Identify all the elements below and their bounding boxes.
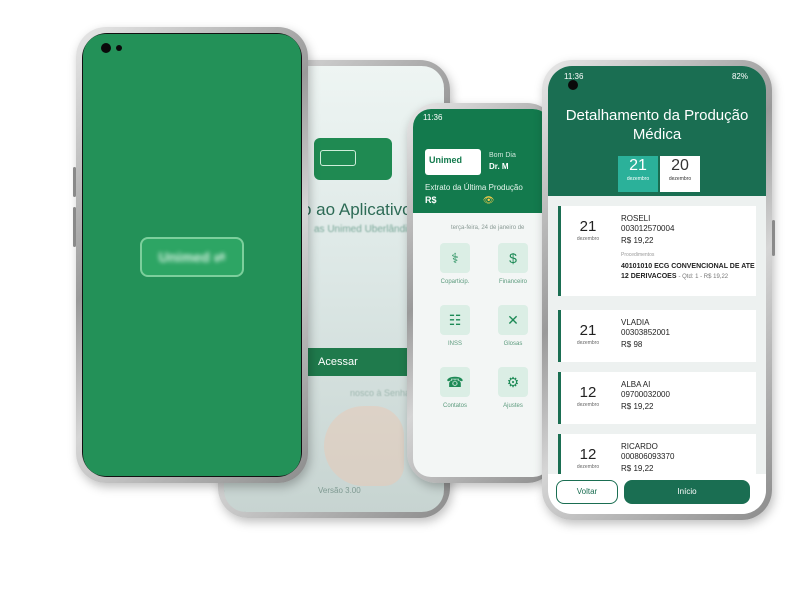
doctor-name: Dr. M (489, 162, 509, 171)
entry-day: 12 (579, 446, 597, 463)
chip-day: 20 (671, 157, 689, 174)
date-chip-selected[interactable]: 21 dezembro (618, 156, 658, 192)
welcome-title: o ao Aplicativo (302, 200, 412, 219)
entry-value: R$ 19,22 (621, 236, 654, 245)
camera-icon (101, 43, 111, 53)
procedure-label: Procedimentos (621, 252, 655, 258)
status-time: 11:36 (423, 113, 443, 122)
patient-code: 09700032000 (621, 390, 670, 399)
chip-month: dezembro (626, 176, 650, 182)
entry-value: R$ 98 (621, 340, 643, 349)
list-item[interactable]: 12 dezembro ALBA AI 09700032000 R$ 19,22 (558, 372, 756, 424)
tile-label: INSS (447, 341, 462, 347)
dashboard-header: 11:36 Unimed Bom Dia Dr. M Extrato da Úl… (413, 109, 551, 213)
sensor-icon (116, 45, 122, 51)
details-header: 11:36 82% Detalhamento da Produção Médic… (548, 66, 766, 196)
tile-label: Financeiro (498, 279, 527, 285)
back-button[interactable]: Voltar (556, 480, 618, 504)
entry-month: dezembro (576, 402, 600, 408)
gear-icon: ⚙ (498, 367, 528, 397)
tile-contatos[interactable]: ☎ Contatos (429, 367, 481, 409)
version-label: Versão 3.00 (318, 486, 361, 495)
entry-month: dezembro (576, 464, 600, 470)
tile-ajustes[interactable]: ⚙ Ajustes (487, 367, 539, 409)
greeting: Bom Dia (489, 152, 516, 159)
unimed-logo: Unimed (425, 149, 481, 175)
chip-day: 21 (629, 157, 647, 174)
stage: o ao Aplicativo as Unimed Uberlândia Ace… (0, 0, 800, 600)
unimed-logo: Unimed ⇌ (140, 237, 244, 277)
phone-details: 11:36 82% Detalhamento da Produção Médic… (542, 60, 775, 520)
chip-month: dezembro (668, 176, 692, 182)
unimed-logo (314, 138, 392, 180)
document-icon: ☷ (440, 305, 470, 335)
extract-label: Extrato da Última Produção (425, 183, 523, 192)
entry-day: 21 (579, 322, 597, 339)
password-link[interactable]: nosco à Senha (350, 388, 410, 398)
side-button (73, 207, 76, 247)
procedure-detail: - Qtd: 1 - R$ 19,22 (678, 274, 729, 280)
page-title: Detalhamento da Produção Médica (565, 107, 749, 143)
patient-name: RICARDO (621, 442, 658, 451)
eye-icon[interactable]: 👁 (483, 195, 494, 206)
phone-dashboard: 11:36 Unimed Bom Dia Dr. M Extrato da Úl… (407, 103, 557, 483)
tile-label: Glosas (503, 341, 523, 347)
procedure-text: 40101010 ECG CONVENCIONAL DE ATE 12 DERI… (621, 262, 757, 282)
tile-copart[interactable]: ⚕ Coparticip. (429, 243, 481, 285)
patient-name: ALBA AI (621, 380, 651, 389)
extract-value: R$ (425, 195, 437, 205)
list-item[interactable]: 21 dezembro ROSELI 003012570004 R$ 19,22… (558, 206, 756, 296)
phone-splash: Unimed ⇌ (73, 27, 308, 483)
entry-value: R$ 19,22 (621, 402, 654, 411)
dashboard-screen: 11:36 Unimed Bom Dia Dr. M Extrato da Úl… (413, 109, 551, 477)
battery-level: 82% (731, 72, 748, 81)
bottom-bar: Voltar Início (548, 474, 766, 514)
logo-text: Unimed (429, 155, 463, 165)
details-screen: 11:36 82% Detalhamento da Produção Médic… (548, 66, 766, 514)
logo-mark (320, 150, 356, 166)
contacts-icon: ☎ (440, 367, 470, 397)
entry-month: dezembro (576, 236, 600, 242)
cancel-doc-icon: ✕ (498, 305, 528, 335)
side-button (772, 220, 775, 256)
home-button[interactable]: Início (624, 480, 750, 504)
side-button (73, 167, 76, 197)
entry-day: 21 (579, 218, 597, 235)
splash-screen: Unimed ⇌ (83, 34, 301, 476)
status-time: 11:36 (564, 72, 584, 81)
camera-icon (568, 80, 578, 90)
hand-photo (324, 406, 404, 486)
patient-name: VLADIA (621, 318, 650, 327)
entry-month: dezembro (576, 340, 600, 346)
patient-name: ROSELI (621, 214, 651, 223)
tile-glosas[interactable]: ✕ Glosas (487, 305, 539, 347)
doctor-icon: ⚕ (440, 243, 470, 273)
tile-financeiro[interactable]: $ Financeiro (487, 243, 539, 285)
entry-value: R$ 19,22 (621, 464, 654, 473)
date-line: terça-feira, 24 de janeiro de (451, 225, 525, 231)
entry-day: 12 (579, 384, 597, 401)
logo-text: Unimed ⇌ (158, 248, 226, 265)
tile-label: Ajustes (503, 403, 523, 409)
tile-label: Contatos (442, 403, 467, 409)
money-icon: $ (498, 243, 528, 273)
tile-label: Coparticip. (440, 279, 470, 285)
date-chip[interactable]: 20 dezembro (660, 156, 700, 192)
patient-code: 000806093370 (621, 452, 675, 461)
tile-inss[interactable]: ☷ INSS (429, 305, 481, 347)
list-item[interactable]: 21 dezembro VLADIA 00303852001 R$ 98 (558, 310, 756, 362)
patient-code: 00303852001 (621, 328, 670, 337)
patient-code: 003012570004 (621, 224, 675, 233)
welcome-subtitle: as Unimed Uberlândia (314, 224, 413, 235)
